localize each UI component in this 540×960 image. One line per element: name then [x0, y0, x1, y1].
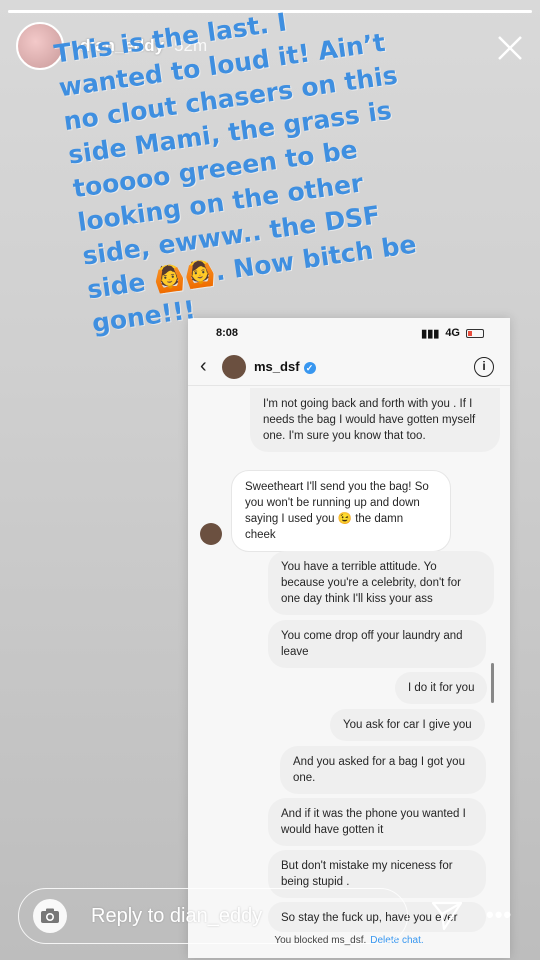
message-bubble: And if it was the phone you wanted I wou…: [268, 798, 486, 846]
message-list: I'm not going back and forth with you . …: [188, 388, 510, 958]
chat-avatar[interactable]: [222, 354, 246, 379]
chat-name[interactable]: ms_dsf ✓: [254, 359, 316, 374]
status-bar: 8:08 ▮▮▮ 4G: [188, 318, 510, 348]
reply-input[interactable]: Reply to dian_eddy: [18, 888, 408, 944]
back-arrow-icon[interactable]: ‹: [200, 355, 216, 378]
message-bubble: You ask for car I give you: [330, 709, 485, 741]
message-bubble: Sweetheart I'll send you the bag! So you…: [231, 470, 451, 552]
signal-icon: ▮▮▮: [421, 327, 440, 340]
info-icon[interactable]: i: [474, 357, 494, 377]
reply-placeholder: Reply to dian_eddy: [91, 904, 263, 927]
dm-screenshot: 8:08 ▮▮▮ 4G ‹ ms_dsf ✓ i I'm not going ba…: [188, 318, 510, 958]
network-label: 4G: [445, 327, 460, 339]
message-bubble: I do it for you: [395, 672, 488, 704]
message-bubble: I'm not going back and forth with you . …: [250, 388, 500, 452]
battery-icon: [466, 328, 484, 338]
scroll-indicator: [491, 663, 494, 703]
story-caption: This is the last. I wanted to loud it! A…: [52, 7, 419, 339]
send-icon[interactable]: [430, 898, 464, 932]
status-time: 8:08: [216, 327, 239, 339]
message-bubble: And you asked for a bag I got you one.: [280, 746, 486, 794]
message-bubble: You come drop off your laundry and leave: [268, 620, 486, 668]
close-icon[interactable]: [496, 34, 524, 62]
chat-header: ‹ ms_dsf ✓ i: [188, 348, 510, 386]
verified-badge-icon: ✓: [303, 361, 316, 374]
sender-avatar: [200, 523, 222, 545]
more-options-icon[interactable]: •••: [486, 902, 512, 928]
message-bubble: You have a terrible attitude. Yo because…: [268, 551, 494, 615]
camera-icon[interactable]: [33, 899, 67, 933]
